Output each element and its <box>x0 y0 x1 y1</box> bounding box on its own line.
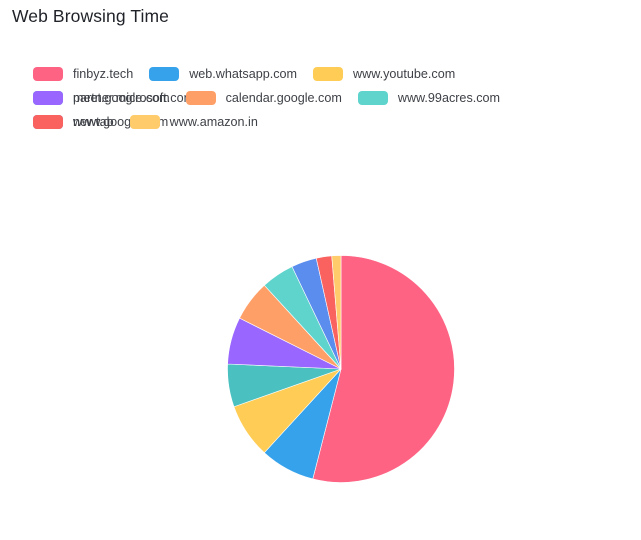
legend-color-swatch-icon <box>33 115 63 129</box>
legend-item-label: www.amazon.in <box>169 115 258 129</box>
legend-item-label: www.youtube.com <box>353 67 456 81</box>
legend-item-label: finbyz.tech <box>73 67 134 81</box>
legend-item-meet-google-com[interactable]: meet.google.com <box>33 86 170 110</box>
legend-item-label: meet.google.com <box>73 91 170 105</box>
legend-color-swatch-icon <box>149 67 180 81</box>
pie-slice-group <box>227 255 455 483</box>
legend-item-label: www.99acres.com <box>397 91 501 105</box>
legend-item-www-99acres-com[interactable]: www.99acres.com <box>357 86 501 110</box>
legend-row: meet.google.com calendar.google.com www.99… <box>33 86 628 129</box>
legend-item-calendar-google-com[interactable]: calendar.google.com <box>185 86 342 110</box>
chart-legend: finbyz.tech web.whatsapp.com www.youtube.c… <box>33 62 628 134</box>
legend-color-swatch-icon <box>33 67 63 81</box>
legend-item-finbyz-tech[interactable]: finbyz.tech <box>33 62 133 86</box>
legend-item-www-youtube-com[interactable]: www.youtube.com <box>313 62 455 86</box>
legend-item-www-amazon-in[interactable]: www.amazon.in <box>129 110 258 134</box>
web-browsing-time-chart-card: Web Browsing Time finbyz.tech web.whatsap… <box>0 0 641 540</box>
legend-item-web-whatsapp-com[interactable]: web.whatsapp.com <box>149 62 297 86</box>
pie-chart <box>227 255 455 483</box>
legend-item-label: calendar.google.com <box>225 91 342 105</box>
legend-color-swatch-icon <box>313 67 344 81</box>
legend-row: finbyz.tech web.whatsapp.com www.youtube.c… <box>33 62 628 105</box>
page-title: Web Browsing Time <box>12 6 169 26</box>
legend-color-swatch-icon <box>129 115 160 129</box>
legend-color-swatch-icon <box>33 91 63 105</box>
legend-item-label: newtab <box>73 115 114 129</box>
legend-color-swatch-icon <box>357 91 388 105</box>
legend-item-label: web.whatsapp.com <box>189 67 298 81</box>
pie-chart-svg <box>227 255 455 483</box>
legend-color-swatch-icon <box>185 91 216 105</box>
legend-item-newtab[interactable]: newtab <box>33 110 114 134</box>
